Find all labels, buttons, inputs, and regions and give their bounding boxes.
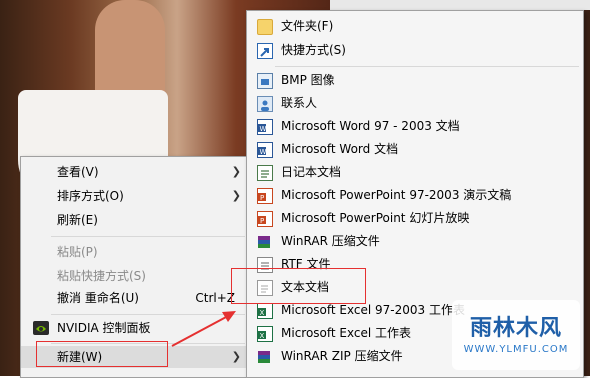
watermark-logo: 雨林木风 WWW.YLMFU.COM [452, 300, 580, 370]
watermark-url: WWW.YLMFU.COM [463, 344, 569, 355]
watermark-title: 雨林木风 [469, 316, 562, 341]
